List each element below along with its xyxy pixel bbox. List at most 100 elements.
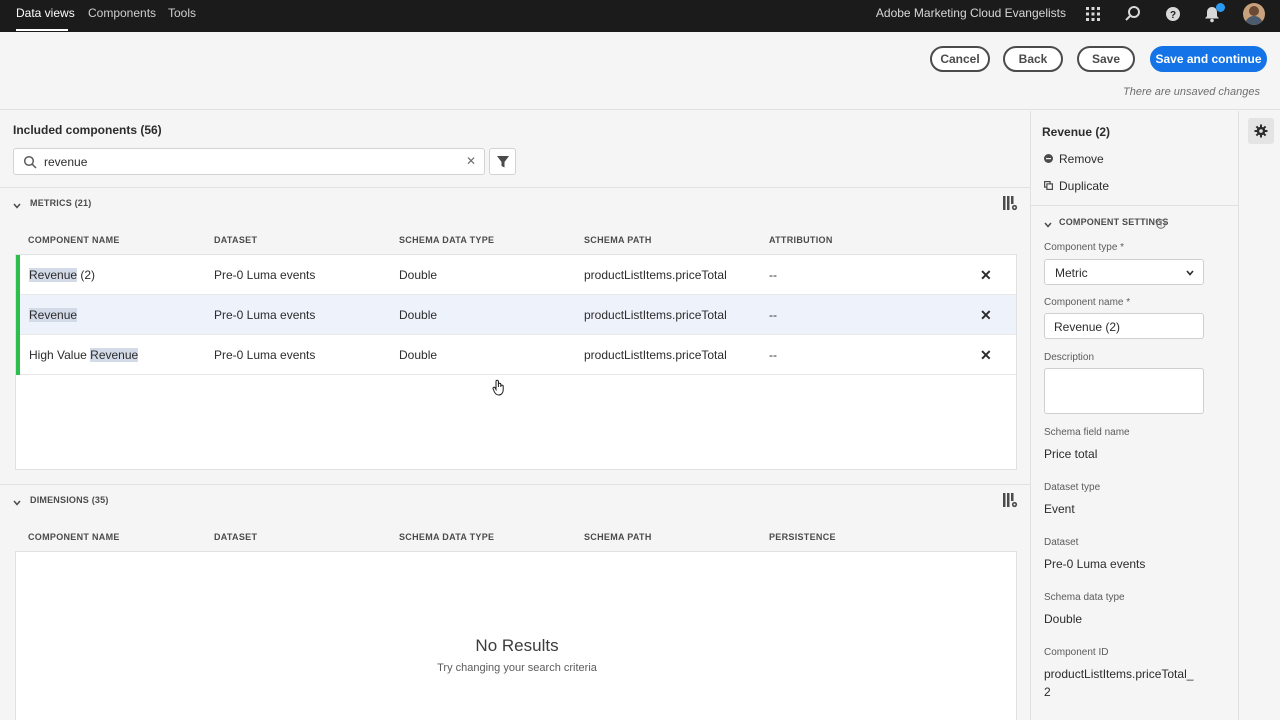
user-avatar[interactable]	[1243, 3, 1265, 25]
schema-field-name-value: Price total	[1044, 447, 1098, 461]
chevron-down-icon[interactable]	[12, 495, 22, 506]
tab-components[interactable]: Components	[88, 6, 156, 20]
component-id-value-line2: 2	[1044, 685, 1051, 699]
notification-badge	[1216, 3, 1225, 12]
back-button[interactable]: Back	[1003, 46, 1063, 72]
dataset-cell: Pre-0 Luma events	[214, 268, 316, 282]
schema-data-type-cell: Double	[399, 308, 438, 322]
schema-data-type-cell: Double	[399, 268, 438, 282]
column-header-schema-path[interactable]: SCHEMA PATH	[584, 532, 652, 542]
component-type-dropdown[interactable]: Metric	[1044, 259, 1204, 285]
org-switcher[interactable]: Adobe Marketing Cloud Evangelists	[876, 6, 1066, 20]
remove-icon	[1044, 152, 1053, 163]
search-icon	[23, 155, 37, 169]
component-name-cell: High Value Revenue	[29, 348, 139, 362]
dataset-label: Dataset	[1044, 537, 1079, 548]
table-row[interactable]: Revenue (2) Pre-0 Luma events Double pro…	[16, 255, 1016, 295]
schema-data-type-value: Double	[1044, 612, 1083, 626]
column-header-attribution[interactable]: ATTRIBUTION	[769, 235, 833, 245]
section-divider	[0, 484, 1030, 485]
settings-button[interactable]	[1248, 118, 1274, 144]
component-id-label: Component ID	[1044, 647, 1109, 658]
metric-color-bar	[16, 295, 20, 335]
component-name-cell: Revenue (2)	[29, 268, 96, 282]
remove-row-icon[interactable]: ✕	[980, 347, 992, 364]
section-divider	[0, 187, 1030, 188]
schema-data-type-label: Schema data type	[1044, 592, 1125, 603]
info-icon[interactable]: i	[1156, 216, 1166, 234]
schema-path-cell: productListItems.priceTotal	[584, 348, 727, 362]
mouse-cursor-icon	[492, 379, 504, 396]
column-header-schema-data-type[interactable]: SCHEMA DATA TYPE	[399, 532, 494, 542]
table-row[interactable]: Revenue Pre-0 Luma events Double product…	[16, 295, 1016, 335]
included-components-panel: Included components (56) revenue ✕ METRI…	[0, 111, 1030, 720]
duplicate-action[interactable]: Duplicate	[1044, 179, 1109, 193]
component-search-field[interactable]: revenue ✕	[13, 148, 485, 175]
column-header-component-name[interactable]: COMPONENT NAME	[28, 532, 120, 542]
schema-field-name-label: Schema field name	[1044, 427, 1130, 438]
cancel-button[interactable]: Cancel	[930, 46, 990, 72]
unsaved-changes-note: There are unsaved changes	[1123, 86, 1260, 98]
dimensions-section-label: DIMENSIONS (35)	[30, 495, 109, 505]
dataset-type-label: Dataset type	[1044, 482, 1101, 493]
svg-text:?: ?	[1170, 10, 1176, 21]
column-settings-icon[interactable]	[1002, 195, 1018, 211]
save-button[interactable]: Save	[1077, 46, 1135, 72]
component-name-label: Component name *	[1044, 297, 1131, 308]
search-input[interactable]: revenue	[44, 155, 87, 169]
column-header-schema-path[interactable]: SCHEMA PATH	[584, 235, 652, 245]
description-textarea[interactable]	[1044, 368, 1204, 414]
metrics-table: Revenue (2) Pre-0 Luma events Double pro…	[15, 254, 1017, 470]
panel-divider	[1031, 205, 1239, 206]
filter-icon	[497, 156, 509, 168]
remove-row-icon[interactable]: ✕	[980, 267, 992, 284]
component-type-label: Component type *	[1044, 242, 1125, 253]
clear-search-icon[interactable]: ✕	[466, 154, 476, 168]
no-results-title: No Results	[475, 636, 559, 655]
apps-grid-icon[interactable]	[1083, 4, 1103, 24]
column-header-schema-data-type[interactable]: SCHEMA DATA TYPE	[399, 235, 494, 245]
column-settings-icon[interactable]	[1002, 492, 1018, 508]
selected-component-title: Revenue (2)	[1042, 125, 1111, 139]
search-icon[interactable]	[1123, 4, 1143, 24]
description-label: Description	[1044, 352, 1095, 363]
dimensions-table: No Results Try changing your search crit…	[15, 551, 1017, 720]
schema-path-cell: productListItems.priceTotal	[584, 268, 727, 282]
column-header-component-name[interactable]: COMPONENT NAME	[28, 235, 120, 245]
attribution-cell: --	[769, 268, 777, 282]
no-results-subtitle: Try changing your search criteria	[437, 662, 597, 674]
metric-color-bar	[16, 335, 20, 375]
included-components-title: Included components (56)	[13, 123, 162, 137]
schema-data-type-cell: Double	[399, 348, 438, 362]
attribution-cell: --	[769, 348, 777, 362]
filter-button[interactable]	[489, 148, 516, 175]
tab-tools[interactable]: Tools	[168, 6, 196, 20]
component-name-cell: Revenue	[29, 308, 78, 322]
tab-data-views[interactable]: Data views	[16, 6, 75, 20]
gear-icon	[1254, 124, 1268, 138]
dimensions-section-header[interactable]: DIMENSIONS (35)	[0, 486, 1030, 516]
chevron-down-icon[interactable]	[12, 198, 22, 209]
settings-rail	[1238, 111, 1280, 720]
metrics-section-header[interactable]: METRICS (21)	[0, 189, 1030, 219]
metric-color-bar	[16, 255, 20, 295]
table-row[interactable]: High Value Revenue Pre-0 Luma events Dou…	[16, 335, 1016, 375]
help-icon[interactable]: ?	[1163, 4, 1183, 24]
component-settings-label: COMPONENT SETTINGS	[1059, 217, 1169, 227]
chevron-down-icon[interactable]	[1043, 217, 1053, 235]
remove-action[interactable]: Remove	[1044, 152, 1104, 166]
save-and-continue-button[interactable]: Save and continue	[1150, 46, 1267, 72]
chevron-down-icon	[1186, 270, 1194, 276]
dataset-type-value: Event	[1044, 502, 1075, 516]
column-header-dataset[interactable]: DATASET	[214, 532, 257, 542]
column-header-dataset[interactable]: DATASET	[214, 235, 257, 245]
empty-state: No Results Try changing your search crit…	[16, 636, 1018, 674]
remove-row-icon[interactable]: ✕	[980, 307, 992, 324]
metrics-section-label: METRICS (21)	[30, 198, 92, 208]
svg-text:i: i	[1160, 222, 1162, 229]
component-id-value-line1: productListItems.priceTotal_	[1044, 667, 1194, 681]
dataset-cell: Pre-0 Luma events	[214, 308, 316, 322]
column-header-persistence[interactable]: PERSISTENCE	[769, 532, 836, 542]
component-name-field[interactable]: Revenue (2)	[1044, 313, 1204, 339]
dataset-cell: Pre-0 Luma events	[214, 348, 316, 362]
